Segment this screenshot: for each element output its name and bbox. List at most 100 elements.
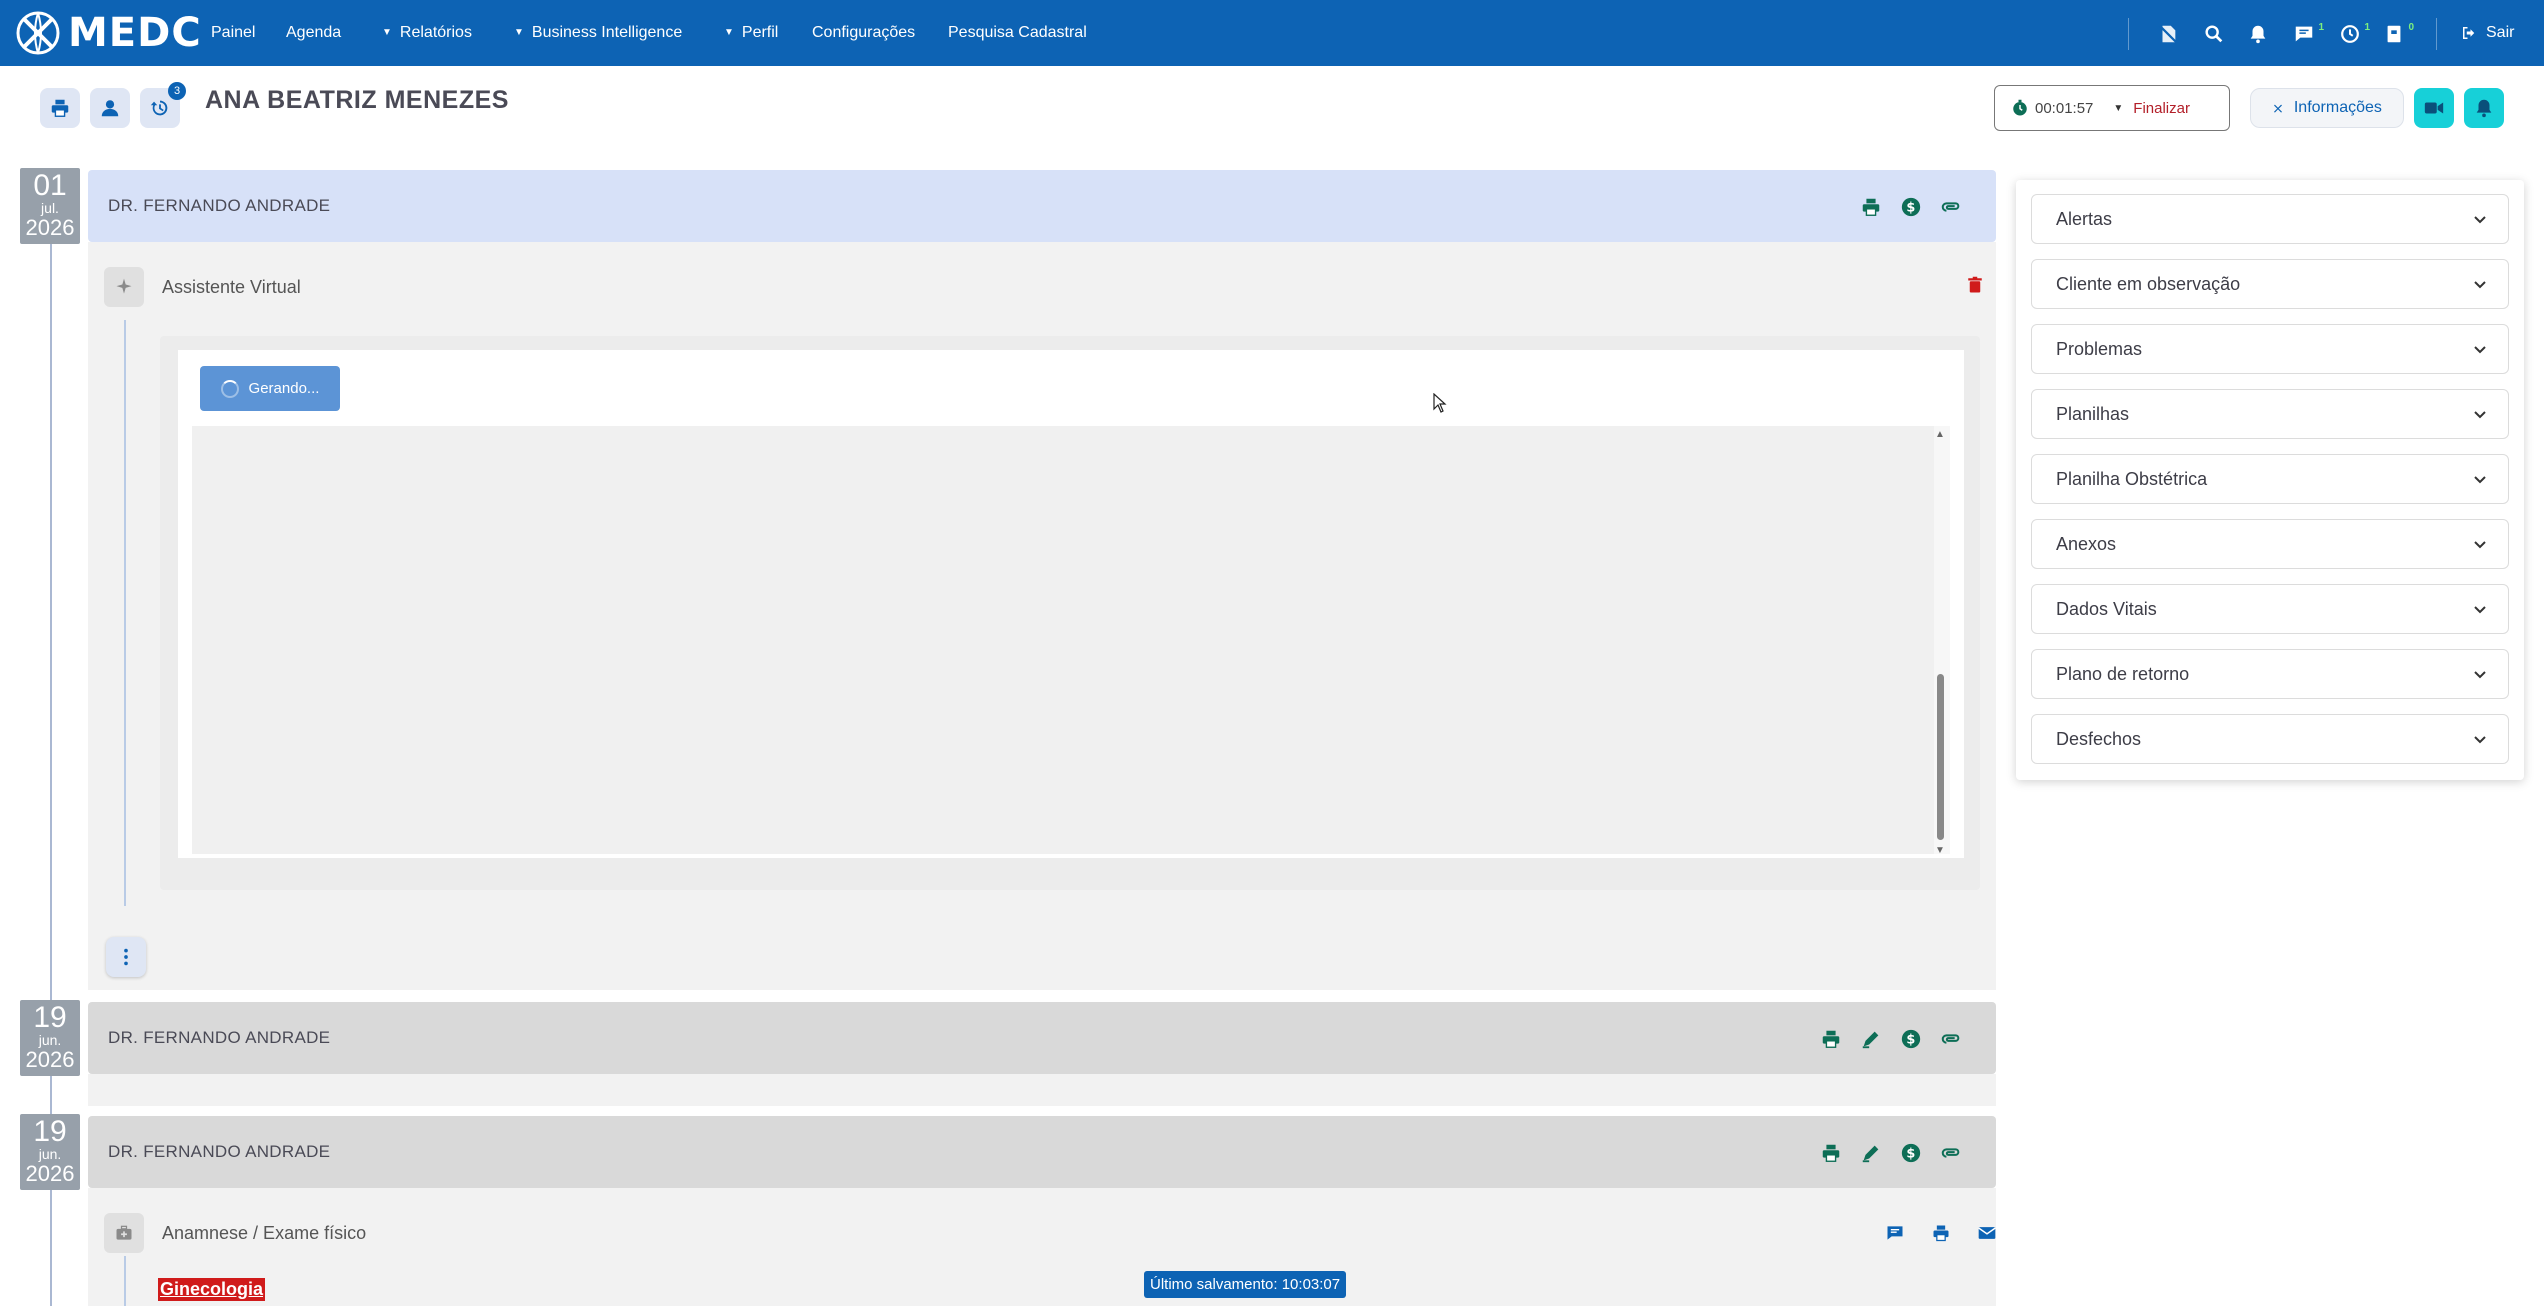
assistant-section-header[interactable]: Assistente Virtual	[104, 264, 301, 310]
spinner-icon	[220, 379, 239, 398]
history-icon	[150, 100, 168, 116]
accordion-alertas[interactable]: Alertas	[2031, 194, 2509, 244]
print-icon[interactable]	[1858, 194, 1884, 220]
history-button[interactable]: 3	[140, 82, 186, 128]
messages-icon[interactable]: 1	[2288, 18, 2324, 50]
more-options-button[interactable]	[106, 937, 146, 977]
section-title: Anamnese / Exame físico	[162, 1222, 367, 1243]
video-camera-icon	[2424, 102, 2444, 114]
edit-icon[interactable]	[1858, 1026, 1884, 1052]
accordion-cliente-observacao[interactable]: Cliente em observação	[2031, 259, 2509, 309]
scroll-up-icon[interactable]: ▲	[1935, 429, 1945, 440]
accordion-label: Planilhas	[2056, 403, 2130, 424]
comment-icon[interactable]	[1884, 1222, 1906, 1244]
nav-label: Painel	[211, 24, 256, 41]
edit-icon[interactable]	[1858, 1140, 1884, 1166]
doctor-name: DR. FERNANDO ANDRADE	[108, 1142, 331, 1161]
accordion-desfechos[interactable]: Desfechos	[2031, 714, 2509, 764]
section-line	[124, 320, 126, 906]
notify-button[interactable]	[2464, 88, 2504, 128]
logout-button[interactable]: Sair	[2460, 24, 2514, 42]
printer-icon	[51, 99, 69, 117]
video-call-button[interactable]	[2414, 88, 2454, 128]
nav-business-intelligence[interactable]: ▼ Business Intelligence	[514, 24, 682, 42]
history-badge: 3	[168, 82, 186, 100]
nav-label: Perfil	[741, 24, 779, 41]
accordion-label: Problemas	[2056, 338, 2143, 359]
logo-icon	[16, 11, 60, 55]
accordion-dados-vitais[interactable]: Dados Vitais	[2031, 584, 2509, 634]
top-navbar: MEDC Painel Agenda ▼ Relatórios ▼ Business…	[0, 0, 2544, 66]
accordion-plano-retorno[interactable]: Plano de retorno	[2031, 649, 2509, 699]
sparkle-icon	[104, 267, 144, 307]
print-icon[interactable]	[1930, 1222, 1952, 1244]
accordion-planilhas[interactable]: Planilhas	[2031, 389, 2509, 439]
privacy-icon[interactable]	[2152, 18, 2184, 50]
nav-relatorios[interactable]: ▼ Relatórios	[382, 24, 472, 42]
date-year: 2026	[25, 1047, 75, 1072]
accordion-planilha-obstetrica[interactable]: Planilha Obstétrica	[2031, 454, 2509, 504]
info-label: Informações	[2293, 99, 2382, 116]
nav-perfil[interactable]: ▼ Perfil	[724, 24, 778, 42]
nav-label: Configurações	[812, 24, 916, 41]
consult-body	[88, 1074, 1996, 1106]
billing-icon[interactable]: $	[1898, 1026, 1924, 1052]
accordion-problemas[interactable]: Problemas	[2031, 324, 2509, 374]
chevron-down-icon	[2472, 211, 2488, 227]
date-tag: 01 jul. 2026	[20, 168, 80, 244]
scrollbar-thumb[interactable]	[1937, 674, 1944, 840]
nav-configuracoes[interactable]: Configurações	[812, 24, 915, 42]
mouse-cursor-icon	[1433, 393, 1447, 413]
logout-label: Sair	[2486, 24, 2515, 41]
accordion-label: Planilha Obstétrica	[2056, 468, 2208, 489]
nav-divider	[2128, 18, 2129, 50]
patient-profile-button[interactable]	[90, 88, 130, 128]
consult-header[interactable]: DR. FERNANDO ANDRADE $	[88, 1116, 1996, 1188]
email-icon[interactable]	[1976, 1222, 1998, 1244]
bell-icon[interactable]	[2242, 18, 2274, 50]
section-title: Assistente Virtual	[162, 276, 301, 297]
logo-text: MEDC	[68, 10, 202, 56]
finish-button[interactable]: Finalizar	[2133, 100, 2190, 117]
accordion-label: Alertas	[2056, 208, 2113, 229]
attachment-icon[interactable]	[1938, 1026, 1964, 1052]
print-button[interactable]	[40, 88, 80, 128]
nav-label: Pesquisa Cadastral	[948, 24, 1087, 41]
consult-header[interactable]: DR. FERNANDO ANDRADE $	[88, 1002, 1996, 1074]
logo[interactable]: MEDC	[14, 9, 202, 57]
nav-agenda[interactable]: Agenda	[286, 24, 341, 42]
print-icon[interactable]	[1818, 1140, 1844, 1166]
logout-icon	[2463, 27, 2475, 39]
accordion-label: Anexos	[2056, 533, 2117, 554]
consult-actions: $	[1858, 194, 1964, 220]
consult-actions: $	[1818, 1140, 1964, 1166]
billing-icon[interactable]: $	[1898, 194, 1924, 220]
print-icon[interactable]	[1818, 1026, 1844, 1052]
scroll-down-icon[interactable]: ▼	[1935, 845, 1945, 856]
consult-header[interactable]: DR. FERNANDO ANDRADE $	[88, 170, 1996, 242]
caret-down-icon[interactable]: ▼	[2113, 103, 2123, 114]
assistant-output-textarea[interactable]	[192, 426, 1934, 854]
section-line	[124, 1256, 126, 1306]
attachment-icon[interactable]	[1938, 1140, 1964, 1166]
date-day: 01	[33, 169, 67, 202]
info-button[interactable]: ⨯ Informações	[2250, 88, 2404, 128]
attachment-icon[interactable]	[1938, 194, 1964, 220]
search-icon[interactable]	[2198, 18, 2230, 50]
accordion-label: Cliente em observação	[2056, 273, 2241, 294]
generating-button[interactable]: Gerando...	[200, 366, 340, 411]
user-icon	[101, 100, 119, 117]
clock-icon[interactable]: 1	[2334, 18, 2370, 50]
nav-pesquisa-cadastral[interactable]: Pesquisa Cadastral	[948, 24, 1087, 42]
billing-icon[interactable]: $	[1898, 1140, 1924, 1166]
nav-painel[interactable]: Painel	[211, 24, 255, 42]
date-year: 2026	[25, 215, 75, 240]
delete-icon[interactable]	[1966, 276, 1988, 298]
accordion-anexos[interactable]: Anexos	[2031, 519, 2509, 569]
archive-icon[interactable]: 0	[2378, 18, 2414, 50]
chevron-down-icon	[2472, 666, 2488, 682]
clock-badge: 1	[2364, 22, 2370, 33]
generating-label: Gerando...	[248, 380, 320, 397]
last-saved-indicator: Último salvamento: 10:03:07	[1144, 1271, 1347, 1298]
anamnese-section-header[interactable]: Anamnese / Exame físico	[104, 1210, 366, 1256]
